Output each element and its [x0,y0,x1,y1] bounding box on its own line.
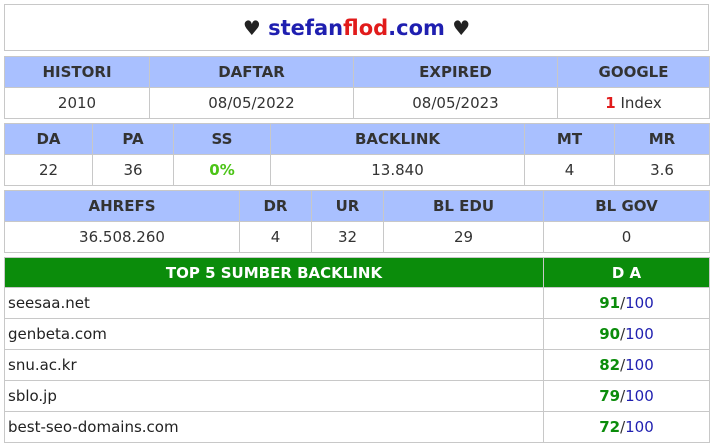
value-histori: 2010 [4,87,150,119]
da-max: 100 [625,294,654,312]
backlink-da-value: 91 [599,294,621,312]
backlink-da-value: 79 [599,387,621,405]
value-ss: 0% [173,154,271,186]
header-ur: UR [311,190,384,222]
value-mt: 4 [524,154,615,186]
value-pa: 36 [92,154,174,186]
header-backlink-da: D A [543,257,710,288]
domain-history-table: HISTORI DAFTAR EXPIRED GOOGLE 2010 08/05… [4,56,710,119]
backlink-domain: sblo.jp [4,380,544,412]
backlink-da: 90/100 [543,318,710,350]
da-max: 100 [625,356,654,374]
header-google: GOOGLE [557,56,710,88]
google-index-count: 1 [605,94,616,112]
value-backlink: 13.840 [270,154,525,186]
value-expired: 08/05/2023 [353,87,558,119]
heart-left-icon: ♥ [242,15,261,40]
header-backlink: BACKLINK [270,123,525,155]
header-dr: DR [239,190,312,222]
backlink-da-value: 82 [599,356,621,374]
site-title: ♥ stefanflod.com ♥ [243,16,470,40]
header-histori: HISTORI [4,56,150,88]
header-mr: MR [614,123,710,155]
da-max: 100 [625,325,654,343]
header-da: DA [4,123,93,155]
site-name-part1: stefan [268,15,344,40]
header-ss: SS [173,123,271,155]
site-name-part2: flod [343,15,389,40]
table-row: snu.ac.kr 82/100 [4,349,710,381]
backlink-domain: best-seo-domains.com [4,411,544,443]
table-row: genbeta.com 90/100 [4,318,710,350]
value-ahrefs: 36.508.260 [4,221,240,253]
backlink-da-value: 72 [599,418,621,436]
header-expired: EXPIRED [353,56,558,88]
table-row: best-seo-domains.com 72/100 [4,411,710,443]
backlink-da: 79/100 [543,380,710,412]
table-row: sblo.jp 79/100 [4,380,710,412]
backlink-domain: genbeta.com [4,318,544,350]
header-pa: PA [92,123,174,155]
header-daftar: DAFTAR [149,56,354,88]
value-mr: 3.6 [614,154,710,186]
backlink-da-value: 90 [599,325,621,343]
heart-right-icon: ♥ [452,15,471,40]
value-daftar: 08/05/2022 [149,87,354,119]
backlink-da: 82/100 [543,349,710,381]
backlink-da: 72/100 [543,411,710,443]
header-top-backlinks: TOP 5 SUMBER BACKLINK [4,257,544,288]
value-da: 22 [4,154,93,186]
header-mt: MT [524,123,615,155]
da-max: 100 [625,387,654,405]
value-google: 1 Index [557,87,710,119]
value-bl-edu: 29 [383,221,544,253]
ahrefs-metrics-table: AHREFS DR UR BL EDU BL GOV 36.508.260 4 … [4,190,710,253]
header-bl-edu: BL EDU [383,190,544,222]
da-max: 100 [625,418,654,436]
backlink-domain: snu.ac.kr [4,349,544,381]
value-ur: 32 [311,221,384,253]
value-dr: 4 [239,221,312,253]
google-index-label: Index [620,94,662,112]
backlink-domain: seesaa.net [4,287,544,319]
header-ahrefs: AHREFS [4,190,240,222]
authority-metrics-table: DA PA SS BACKLINK MT MR 22 36 0% 13.840 … [4,123,710,186]
value-bl-gov: 0 [543,221,710,253]
table-row: seesaa.net 91/100 [4,287,710,319]
header-bl-gov: BL GOV [543,190,710,222]
site-title-box: ♥ stefanflod.com ♥ [4,4,709,51]
top-backlinks-table: TOP 5 SUMBER BACKLINK D A seesaa.net 91/… [4,257,710,443]
site-name-part3: .com [388,15,445,40]
backlink-da: 91/100 [543,287,710,319]
